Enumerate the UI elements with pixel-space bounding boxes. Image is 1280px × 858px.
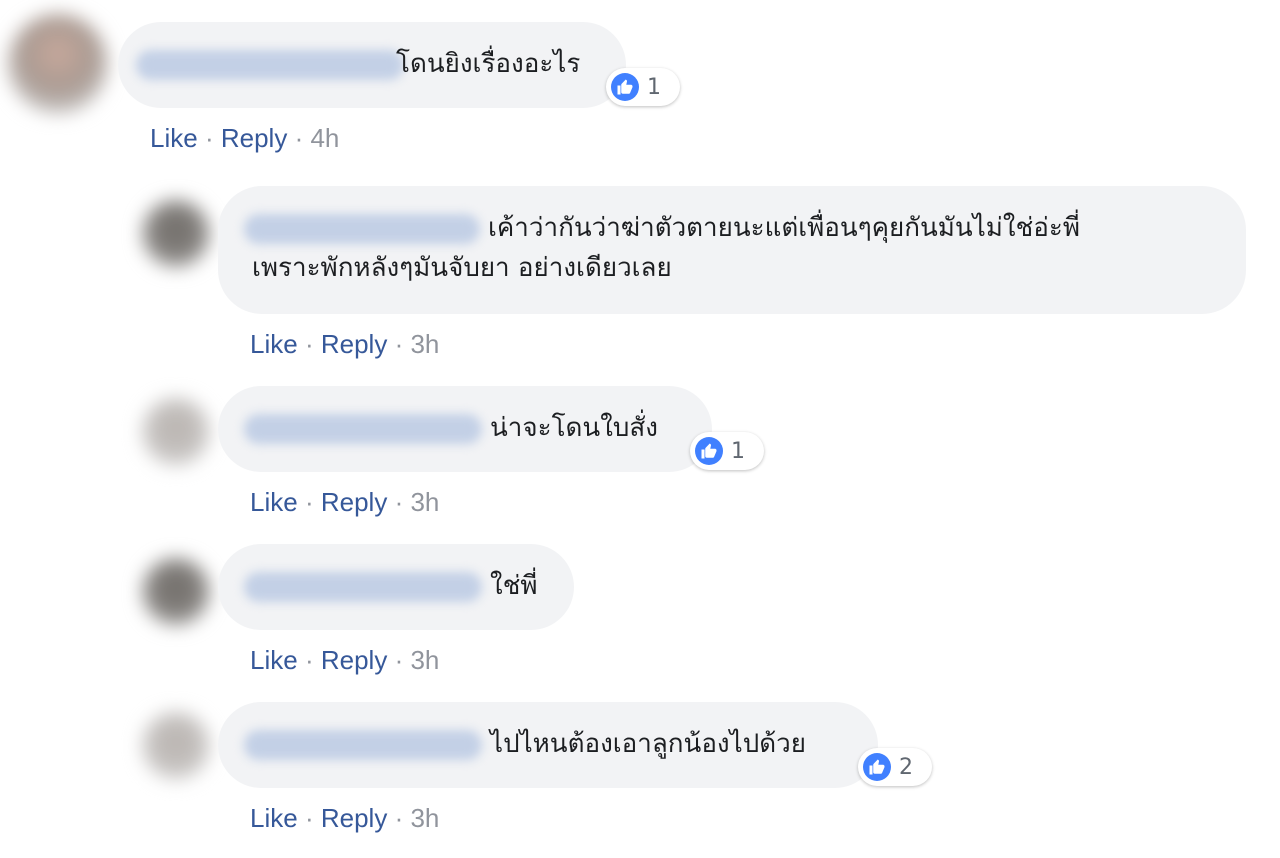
comment-bubble: ไปไหนต้องเอาลูกน้องไปด้วย [218,702,878,788]
like-link[interactable]: Like [150,123,198,153]
separator: · [394,487,404,517]
comment-actions: Like · Reply · 4h [150,122,339,154]
author-name[interactable] [244,414,482,444]
reaction-badge[interactable]: 1 [606,68,680,106]
author-name[interactable] [244,572,482,602]
comment-text: ใช่พี่ [490,571,538,601]
reaction-count: 2 [899,754,913,780]
comment-bubble: น่าจะโดนใบสั่ง [218,386,712,472]
like-icon [863,753,891,781]
comment-text: ไปไหนต้องเอาลูกน้องไปด้วย [490,729,806,759]
reply-link[interactable]: Reply [321,645,387,675]
reply-link[interactable]: Reply [321,803,387,833]
like-link[interactable]: Like [250,487,298,517]
like-link[interactable]: Like [250,645,298,675]
separator: · [394,329,404,359]
timestamp[interactable]: 3h [410,645,439,675]
reply-link[interactable]: Reply [321,329,387,359]
separator: · [394,803,404,833]
separator: · [394,645,404,675]
comment-actions: Like · Reply · 3h [250,328,439,360]
author-name[interactable] [136,50,404,80]
reaction-badge[interactable]: 2 [858,748,932,786]
comment-text: โดนยิงเรื่องอะไร [396,49,581,79]
timestamp[interactable]: 4h [310,123,339,153]
like-link[interactable]: Like [250,329,298,359]
avatar[interactable] [142,558,210,626]
reply-link[interactable]: Reply [221,123,287,153]
timestamp[interactable]: 3h [410,329,439,359]
separator: · [294,123,304,153]
separator: · [304,329,314,359]
like-icon [695,437,723,465]
avatar[interactable] [142,200,210,268]
comment-text: เค้าว่ากันว่าฆ่าตัวตายนะแต่เพื่อนๆคุยกัน… [252,213,1080,283]
comment-bubble: โดนยิงเรื่องอะไร [118,22,626,108]
comment-bubble: ใช่พี่ [218,544,574,630]
separator: · [304,645,314,675]
avatar[interactable] [142,398,210,466]
separator: · [304,487,314,517]
comment-text: น่าจะโดนใบสั่ง [490,413,658,443]
avatar[interactable] [142,712,210,780]
reaction-count: 1 [731,438,745,464]
like-icon [611,73,639,101]
comment-actions: Like · Reply · 3h [250,802,439,834]
avatar[interactable] [8,14,108,114]
comment-actions: Like · Reply · 3h [250,486,439,518]
separator: · [204,123,214,153]
comment-bubble: เค้าว่ากันว่าฆ่าตัวตายนะแต่เพื่อนๆคุยกัน… [218,186,1246,314]
author-name[interactable] [244,730,482,760]
separator: · [304,803,314,833]
like-link[interactable]: Like [250,803,298,833]
timestamp[interactable]: 3h [410,487,439,517]
reaction-badge[interactable]: 1 [690,432,764,470]
reply-link[interactable]: Reply [321,487,387,517]
timestamp[interactable]: 3h [410,803,439,833]
comment-actions: Like · Reply · 3h [250,644,439,676]
reaction-count: 1 [647,74,661,100]
